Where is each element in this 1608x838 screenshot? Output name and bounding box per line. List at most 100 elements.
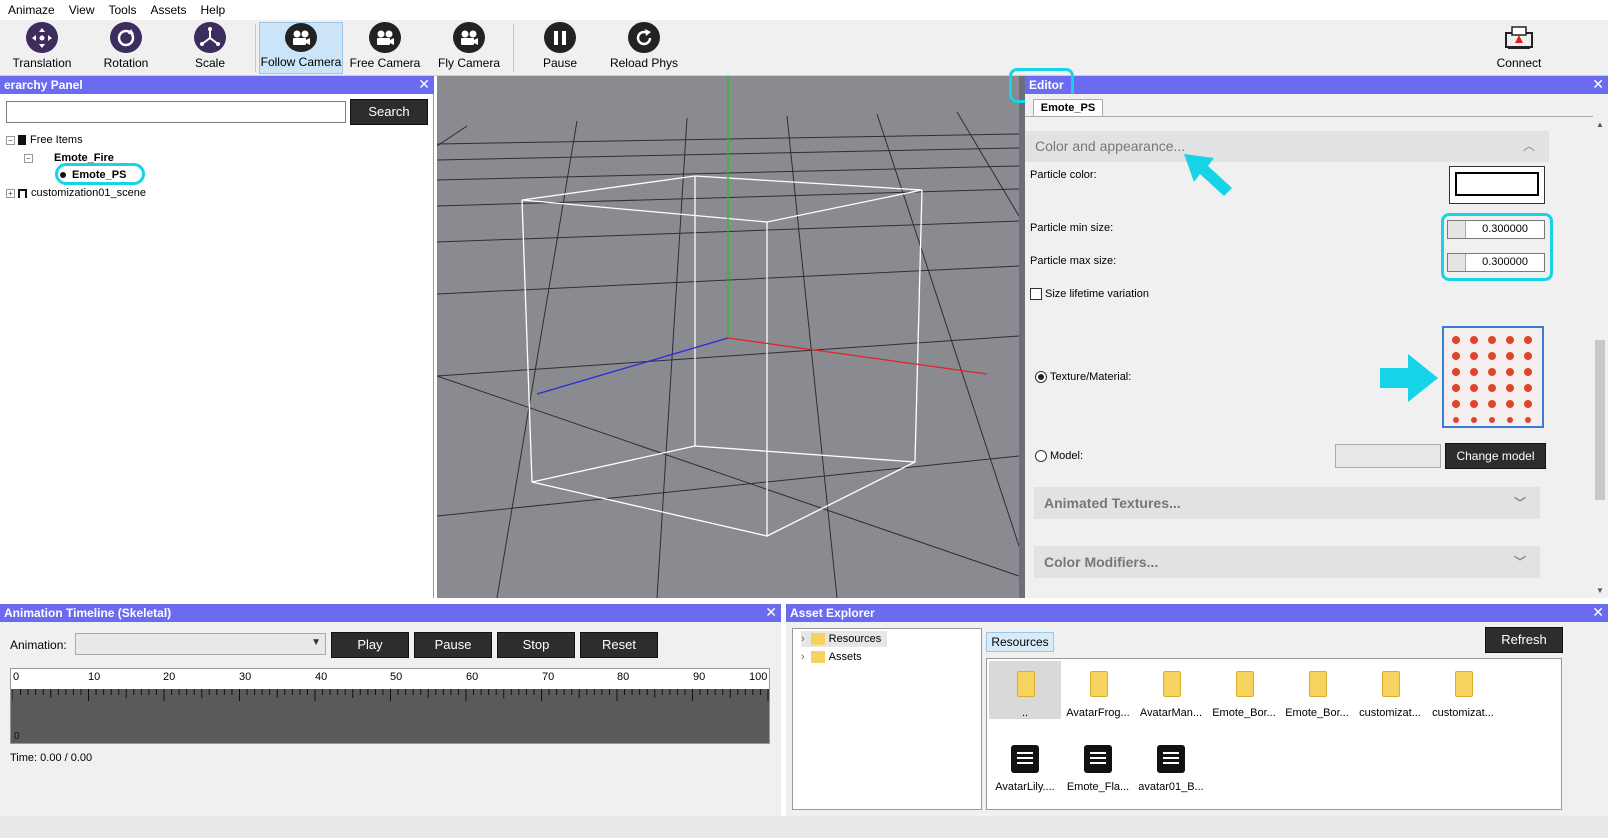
pause-button[interactable]: Pause	[518, 22, 602, 74]
texture-material-radio[interactable]	[1035, 371, 1047, 383]
file-icon	[1157, 745, 1185, 773]
chevron-down-icon: ﹀	[1513, 555, 1526, 569]
asset-item[interactable]: AvatarLily....	[989, 735, 1061, 793]
spinner-handle[interactable]	[1448, 221, 1466, 238]
asset-folder-tree: › Resources › Assets	[792, 628, 982, 810]
asset-item[interactable]: Emote_Fla...	[1062, 735, 1134, 793]
group-icon	[18, 135, 26, 146]
tree-item-free-items[interactable]: − Free Items	[6, 132, 83, 148]
scene-icon	[18, 188, 27, 198]
pause-icon	[544, 22, 576, 53]
file-icon	[1084, 745, 1112, 773]
animated-textures-section[interactable]: Animated Textures... ﹀	[1034, 487, 1540, 519]
time-readout: Time: 0.00 / 0.00	[10, 752, 93, 764]
model-path-field[interactable]	[1335, 444, 1441, 468]
search-button[interactable]: Search	[350, 99, 428, 125]
path-tab-resources[interactable]: Resources	[986, 632, 1054, 652]
asset-item[interactable]: Emote_Bor...	[1281, 661, 1353, 719]
reload-phys-button[interactable]: Reload Phys	[602, 22, 686, 74]
reset-button[interactable]: Reset	[580, 632, 658, 658]
chevron-down-icon: ▼	[311, 637, 321, 648]
tree-item-assets[interactable]: › Assets	[801, 649, 862, 665]
asset-name: Emote_Bor...	[1212, 707, 1276, 719]
rotation-button[interactable]: Rotation	[84, 22, 168, 74]
connect-button[interactable]: Connect	[1477, 22, 1561, 74]
asset-item[interactable]: customizat...	[1427, 661, 1499, 719]
tab-emote-ps[interactable]: Emote_PS	[1033, 99, 1103, 117]
menu-view[interactable]: View	[69, 3, 95, 17]
texture-thumbnail[interactable]	[1442, 326, 1544, 428]
translation-button[interactable]: Translation	[0, 22, 84, 74]
timeline-ruler[interactable]: 0 10 20 30 40 50 60 70 80 90 100 0	[10, 668, 770, 744]
particle-color-label: Particle color:	[1030, 169, 1097, 181]
expand-icon[interactable]: +	[6, 188, 15, 198]
asset-item[interactable]: avatar01_B...	[1135, 735, 1207, 793]
status-strip	[0, 816, 1608, 838]
asset-name: avatar01_B...	[1138, 781, 1204, 793]
3d-viewport[interactable]	[437, 76, 1019, 598]
tree-item-customization-scene[interactable]: + customization01_scene	[6, 185, 146, 201]
folder-icon	[1017, 671, 1035, 697]
menu-assets[interactable]: Assets	[151, 3, 187, 17]
size-lifetime-checkbox[interactable]	[1030, 288, 1042, 300]
follow-camera-button[interactable]: Follow Camera	[259, 22, 343, 74]
tree-item-emote-fire[interactable]: − Emote_Fire	[24, 150, 114, 166]
particle-max-size-field[interactable]: 0.300000	[1447, 253, 1545, 272]
particle-min-size-field[interactable]: 0.300000	[1447, 220, 1545, 239]
fly-camera-label: Fly Camera	[437, 56, 500, 70]
folder-icon	[1382, 671, 1400, 697]
close-icon[interactable]: ✕	[1592, 76, 1604, 93]
asset-item[interactable]: Emote_Bor...	[1208, 661, 1280, 719]
color-modifiers-section[interactable]: Color Modifiers... ﹀	[1034, 546, 1540, 578]
menu-tools[interactable]: Tools	[108, 3, 136, 17]
timeline-track[interactable]: 0	[11, 689, 769, 743]
editor-scrollbar[interactable]: ▲ ▼	[1594, 120, 1606, 596]
asset-item[interactable]: customizat...	[1354, 661, 1426, 719]
scroll-thumb[interactable]	[1595, 340, 1605, 500]
tree-item-resources[interactable]: › Resources	[801, 631, 888, 647]
pause-anim-button[interactable]: Pause	[414, 632, 492, 658]
free-camera-button[interactable]: Free Camera	[343, 22, 427, 74]
scroll-down-icon[interactable]: ▼	[1594, 586, 1606, 596]
tick-label: 70	[542, 671, 555, 683]
connect-icon	[1503, 22, 1535, 53]
particle-color-swatch[interactable]	[1449, 166, 1545, 204]
collapse-icon[interactable]: −	[6, 135, 15, 145]
close-icon[interactable]: ✕	[765, 604, 777, 621]
rotation-icon	[110, 22, 142, 53]
play-button[interactable]: Play	[331, 632, 409, 658]
model-label: Model:	[1050, 450, 1084, 462]
free-camera-label: Free Camera	[349, 56, 421, 70]
refresh-button[interactable]: Refresh	[1485, 627, 1563, 653]
section-title: Color and appearance...	[1035, 138, 1186, 154]
folder-icon	[1455, 671, 1473, 697]
particle-texture-sheet	[1452, 336, 1532, 423]
menu-animaze[interactable]: Animaze	[8, 3, 55, 17]
stop-button[interactable]: Stop	[497, 632, 575, 658]
asset-item[interactable]: AvatarFrog...	[1062, 661, 1134, 719]
scroll-up-icon[interactable]: ▲	[1594, 120, 1606, 130]
connect-label: Connect	[1496, 56, 1542, 70]
hierarchy-panel: Search − Free Items − Emote_Fire Emote_PS …	[0, 94, 434, 598]
fly-camera-button[interactable]: Fly Camera	[427, 22, 511, 74]
animation-select[interactable]: ▼	[75, 633, 326, 655]
file-icon	[1011, 745, 1039, 773]
toolbar-separator	[513, 24, 514, 72]
tree-item-emote-ps[interactable]: Emote_PS	[60, 167, 126, 183]
asset-item-parent[interactable]: ..	[989, 661, 1061, 719]
asset-item[interactable]: AvatarMan...	[1135, 661, 1207, 719]
tick-marks	[12, 689, 769, 701]
pause-label: Pause	[542, 56, 578, 70]
spinner-handle[interactable]	[1448, 254, 1466, 271]
color-appearance-section[interactable]: Color and appearance... ︿	[1025, 131, 1549, 162]
close-icon[interactable]: ✕	[418, 76, 430, 93]
scale-button[interactable]: Scale	[168, 22, 252, 74]
close-icon[interactable]: ✕	[1592, 604, 1604, 621]
model-radio[interactable]	[1035, 450, 1047, 462]
hierarchy-search-input[interactable]	[6, 101, 346, 123]
menu-help[interactable]: Help	[201, 3, 226, 17]
change-model-button[interactable]: Change model	[1445, 443, 1546, 469]
asset-name: customizat...	[1359, 707, 1421, 719]
asset-name: Emote_Fla...	[1066, 781, 1130, 793]
collapse-icon[interactable]: −	[24, 153, 33, 163]
